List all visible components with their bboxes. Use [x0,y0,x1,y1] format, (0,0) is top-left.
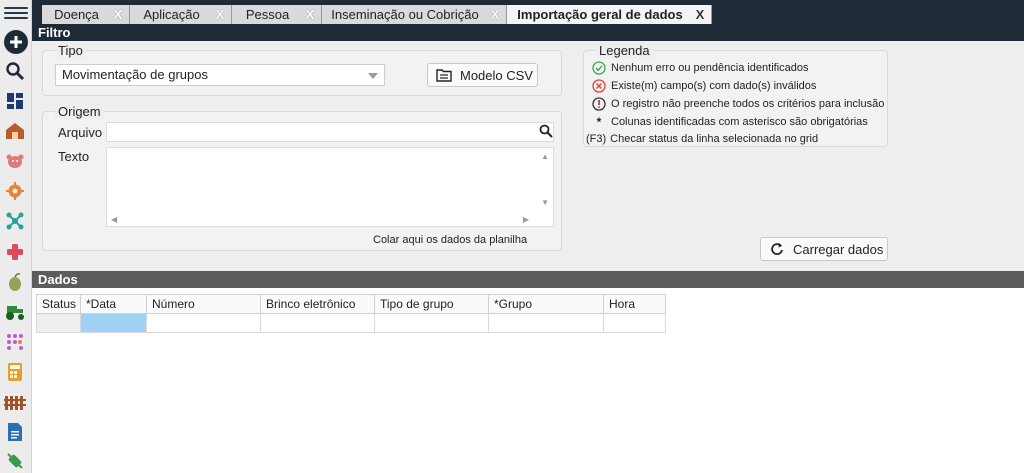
menu-hamburger-icon[interactable] [4,4,28,22]
carregar-dados-button[interactable]: Carregar dados [760,237,888,261]
search-icon[interactable] [539,124,553,141]
origem-hint: Colar aqui os dados da planilha [373,234,528,246]
barn-icon[interactable] [4,120,26,142]
legend-text: Checar status da linha selecionada no gr… [610,133,819,145]
modelo-csv-button[interactable]: Modelo CSV [427,63,538,87]
tipo-select[interactable]: Movimentação de grupos [55,64,385,86]
legend-item-asterisk: * Colunas identificadas com asterisco sã… [592,115,868,129]
scroll-right-icon[interactable]: ▶ [523,215,529,224]
column-header-numero[interactable]: Número [146,294,261,314]
filter-area: Tipo Movimentação de grupos Modelo CSV O… [32,41,1024,271]
tab-inseminacao[interactable]: Inseminação ou Cobrição X [322,5,507,24]
close-icon[interactable]: X [303,7,317,22]
close-icon[interactable]: X [213,7,227,22]
column-header-grupo[interactable]: *Grupo [488,294,604,314]
scroll-down-icon[interactable]: ▼ [541,198,549,207]
document-icon[interactable] [4,421,26,443]
dashboard-icon[interactable] [4,90,26,112]
close-icon[interactable]: X [111,7,125,22]
cow-icon[interactable] [4,150,26,172]
folder-icon [436,67,452,83]
cell-hora[interactable] [603,313,666,333]
legend-text: Existe(m) campo(s) com dado(s) inválidos [611,80,817,92]
legend-item-f3: (F3) Checar status da linha selecionada … [586,133,818,145]
tab-label: Aplicação [143,7,200,22]
seed-icon[interactable] [4,271,26,293]
cell-data[interactable] [80,313,147,333]
tab-bar: Doença X Aplicação X Pessoa X Inseminaçã… [32,0,1024,24]
calculator-icon[interactable] [4,361,26,383]
cell-grupo[interactable] [488,313,604,333]
tab-aplicacao[interactable]: Aplicação X [130,5,232,24]
modelo-csv-label: Modelo CSV [460,67,533,83]
tab-importacao[interactable]: Importação geral de dados X [507,5,712,24]
dados-header: Dados [32,271,1024,288]
fence-icon[interactable] [4,391,26,413]
scroll-up-icon[interactable]: ▲ [541,152,549,161]
legend-item-error: Existe(m) campo(s) com dado(s) inválidos [592,79,816,93]
dots-pattern-icon[interactable] [4,331,26,353]
add-icon[interactable] [3,29,29,55]
arquivo-label: Arquivo [58,125,103,140]
sidebar [0,0,32,473]
tab-label: Inseminação ou Cobrição [331,7,479,22]
vaccine-icon[interactable] [4,450,26,472]
close-icon[interactable]: X [693,7,707,22]
tipo-selected-value: Movimentação de grupos [62,67,208,82]
legend-item-warning: O registro não preenche todos os critéri… [592,97,884,111]
carregar-dados-label: Carregar dados [793,241,884,257]
tractor-icon[interactable] [4,301,26,323]
cell-tipo-grupo[interactable] [374,313,489,333]
column-header-brinco[interactable]: Brinco eletrônico [260,294,375,314]
cell-status[interactable] [36,313,81,333]
legenda-group: Legenda Nenhum erro ou pendência identif… [583,43,888,147]
scroll-left-icon[interactable]: ◀ [111,215,117,224]
tab-pessoa[interactable]: Pessoa X [232,5,322,24]
texto-label: Texto [58,149,90,164]
close-icon[interactable]: X [488,7,502,22]
grid-header-row: Status *Data Número Brinco eletrônico Ti… [36,294,666,314]
tab-doenca[interactable]: Doença X [42,5,130,24]
cell-numero[interactable] [146,313,261,333]
warning-circle-icon [592,97,606,111]
asterisk-icon: * [596,115,602,129]
health-cross-icon[interactable] [4,241,26,263]
refresh-icon [769,241,785,257]
tipo-label: Tipo [55,43,86,58]
check-circle-icon [592,61,606,75]
tab-label: Doença [54,7,99,22]
chevron-down-icon [368,73,378,79]
origem-label: Origem [55,104,104,119]
legenda-label: Legenda [596,43,653,58]
search-icon[interactable] [4,60,26,82]
texto-textarea[interactable]: ▲ ▼ ◀ ▶ [106,147,554,227]
network-icon[interactable] [4,210,26,232]
tab-label: Pessoa [245,7,290,22]
legend-item-ok: Nenhum erro ou pendência identificados [592,61,809,75]
error-circle-icon [592,79,606,93]
arquivo-input[interactable] [106,122,554,142]
legend-text: O registro não preenche todos os critéri… [611,98,885,110]
legend-text: Nenhum erro ou pendência identificados [611,62,809,74]
table-row[interactable] [36,313,666,333]
legend-text: Colunas identificadas com asterisco são … [611,116,868,128]
tab-label: Importação geral de dados [517,7,683,22]
cell-brinco[interactable] [260,313,375,333]
column-header-status[interactable]: Status [36,294,81,314]
dados-grid: Status *Data Número Brinco eletrônico Ti… [36,294,666,333]
column-header-data[interactable]: *Data [80,294,147,314]
column-header-tipo-grupo[interactable]: Tipo de grupo [374,294,489,314]
gear-icon[interactable] [4,180,26,202]
legend-prefix: (F3) [586,133,607,145]
filtro-header: Filtro [32,24,1024,41]
column-header-hora[interactable]: Hora [603,294,666,314]
